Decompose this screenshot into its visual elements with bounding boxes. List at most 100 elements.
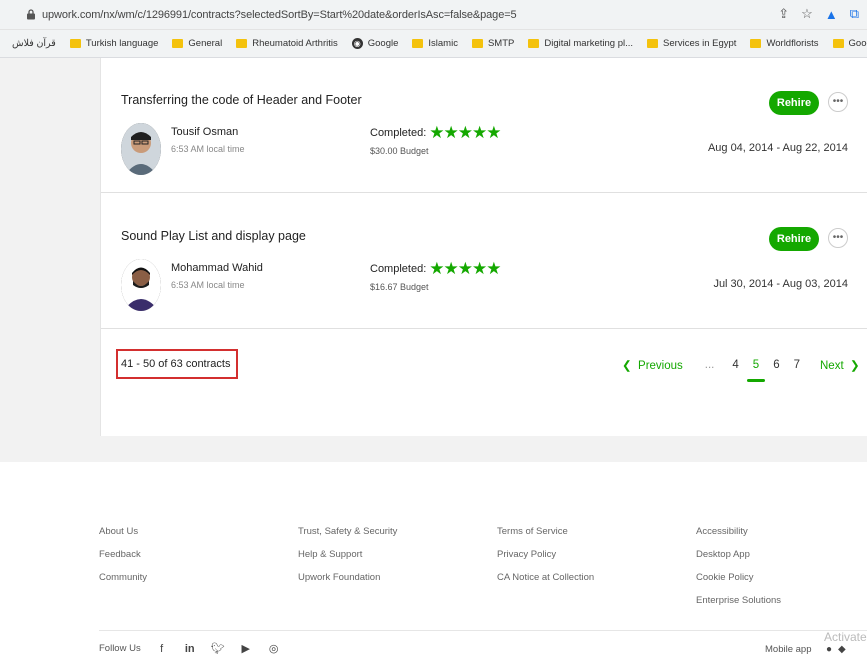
freelancer-name[interactable]: Mohammad Wahid <box>171 262 263 274</box>
folder-icon <box>69 39 81 48</box>
bookmark-item[interactable]: Islamic <box>412 38 458 49</box>
contract-title[interactable]: Transferring the code of Header and Foot… <box>121 93 362 107</box>
contract-budget: $16.67 Budget <box>370 282 429 292</box>
footer-link-help[interactable]: Help & Support <box>298 543 397 566</box>
folder-icon <box>528 39 540 48</box>
folder-icon <box>832 39 844 48</box>
bookmark-item[interactable]: قرآن فلاش <box>12 38 56 49</box>
apple-icon[interactable]: ● <box>826 644 832 655</box>
folder-icon <box>750 39 762 48</box>
extension-icon-2[interactable]: ⧉ <box>850 6 859 22</box>
footer-link-ca-notice[interactable]: CA Notice at Collection <box>497 566 594 589</box>
activate-windows-watermark: Activate <box>824 630 867 644</box>
bookmarks-bar: قرآن فلاش Turkish language General Rheumato… <box>0 30 867 58</box>
site-footer: About Us Feedback Community Trust, Safet… <box>0 462 867 667</box>
local-time: 6:53 AM local time <box>171 144 245 154</box>
contract-dates: Jul 30, 2014 - Aug 03, 2014 <box>713 278 848 290</box>
star-bookmark-icon[interactable]: ☆ <box>801 6 813 22</box>
url-text: upwork.com/nx/wm/c/1296991/contracts?sel… <box>42 8 517 21</box>
bookmark-item[interactable]: Good365 <box>832 38 867 49</box>
footer-link-community[interactable]: Community <box>99 566 147 589</box>
more-options-icon[interactable]: ••• <box>828 92 848 112</box>
bookmark-label: General <box>188 38 223 49</box>
footer-link-terms[interactable]: Terms of Service <box>497 520 594 543</box>
avatar[interactable] <box>121 123 161 175</box>
follow-us-label: Follow Us <box>99 643 141 654</box>
page-6-link[interactable]: 6 <box>773 359 779 371</box>
bookmark-label: Rheumatoid Arthritis <box>252 38 338 49</box>
footer-link-feedback[interactable]: Feedback <box>99 543 147 566</box>
twitter-icon[interactable]: 🐦︎ <box>211 642 225 655</box>
folder-icon <box>412 39 424 48</box>
mobile-app-label: Mobile app <box>765 644 812 655</box>
bookmark-item[interactable]: ◉ Google <box>351 38 399 49</box>
share-icon[interactable]: ⇪ <box>778 6 789 22</box>
contract-title[interactable]: Sound Play List and display page <box>121 229 306 243</box>
contract-dates: Aug 04, 2014 - Aug 22, 2014 <box>707 142 848 154</box>
android-icon[interactable]: ◆ <box>838 644 846 655</box>
page-4-link[interactable]: 4 <box>732 359 738 371</box>
page-7-link[interactable]: 7 <box>794 359 800 371</box>
facebook-icon[interactable]: f <box>155 643 169 655</box>
footer-link-accessibility[interactable]: Accessibility <box>696 520 781 543</box>
bookmark-label: SMTP <box>487 38 515 49</box>
follow-us: Follow Us f in 🐦︎ ▶ ◎ <box>99 642 281 656</box>
bookmark-label: Google <box>367 38 399 49</box>
rating-stars-icon: ★★★★★ <box>429 259 501 278</box>
youtube-icon[interactable]: ▶ <box>239 642 253 655</box>
footer-link-foundation[interactable]: Upwork Foundation <box>298 566 397 589</box>
footer-link-desktop-app[interactable]: Desktop App <box>696 543 781 566</box>
footer-link-cookie[interactable]: Cookie Policy <box>696 566 781 589</box>
folder-icon <box>236 39 248 48</box>
folder-icon <box>471 39 483 48</box>
bookmark-label: قرآن فلاش <box>12 38 56 49</box>
bookmark-item[interactable]: Worldflorists <box>750 38 819 49</box>
page-5-link[interactable]: 5 <box>746 359 767 382</box>
previous-label: Previous <box>638 360 683 372</box>
bookmark-label: Islamic <box>428 38 458 49</box>
next-page-link[interactable]: Next ❯ <box>820 358 860 372</box>
status-label: Completed: <box>370 262 427 275</box>
freelancer-name[interactable]: Tousif Osman <box>171 126 238 138</box>
status-label: Completed: <box>370 126 427 139</box>
footer-column-3: Terms of Service Privacy Policy CA Notic… <box>497 520 594 589</box>
pagination: ❮ Previous ... 4 5 6 7 Next ❯ <box>622 358 860 382</box>
footer-column-4: Accessibility Desktop App Cookie Policy … <box>696 520 781 612</box>
folder-icon <box>647 39 659 48</box>
linkedin-icon[interactable]: in <box>183 643 197 655</box>
contract-budget: $30.00 Budget <box>370 146 429 156</box>
bookmark-item[interactable]: General <box>172 38 222 49</box>
bookmark-item[interactable]: SMTP <box>471 38 515 49</box>
globe-icon: ◉ <box>351 38 363 49</box>
footer-link-trust[interactable]: Trust, Safety & Security <box>298 520 397 543</box>
footer-link-privacy[interactable]: Privacy Policy <box>497 543 594 566</box>
footer-link-enterprise[interactable]: Enterprise Solutions <box>696 589 781 612</box>
extension-icon[interactable]: ▲ <box>825 7 838 22</box>
contract-row: Sound Play List and display page Mohamma… <box>101 194 867 329</box>
chevron-left-icon: ❮ <box>622 360 632 372</box>
bookmark-label: Turkish language <box>85 38 159 49</box>
bookmark-item[interactable]: Turkish language <box>69 38 159 49</box>
bookmark-item[interactable]: Digital marketing pl... <box>528 38 633 49</box>
rehire-button[interactable]: Rehire <box>769 227 819 251</box>
previous-page-link[interactable]: ❮ Previous <box>622 358 683 372</box>
lock-icon <box>27 9 35 20</box>
footer-column-1: About Us Feedback Community <box>99 520 147 589</box>
rehire-button[interactable]: Rehire <box>769 91 819 115</box>
bookmark-item[interactable]: Services in Egypt <box>647 38 736 49</box>
local-time: 6:53 AM local time <box>171 280 245 290</box>
folder-icon <box>172 39 184 48</box>
contracts-count: 41 - 50 of 63 contracts <box>116 349 238 379</box>
instagram-icon[interactable]: ◎ <box>267 642 281 655</box>
rating-stars-icon: ★★★★★ <box>429 123 501 142</box>
bookmark-item[interactable]: Rheumatoid Arthritis <box>236 38 338 49</box>
more-options-icon[interactable]: ••• <box>828 228 848 248</box>
contract-row: Transferring the code of Header and Foot… <box>101 58 867 193</box>
footer-link-about[interactable]: About Us <box>99 520 147 543</box>
bookmark-label: Services in Egypt <box>663 38 737 49</box>
contract-status: Completed: ★★★★★ <box>370 259 501 278</box>
bookmark-label: Digital marketing pl... <box>544 38 634 49</box>
footer-divider <box>99 630 867 631</box>
avatar[interactable] <box>121 259 161 311</box>
address-bar[interactable]: upwork.com/nx/wm/c/1296991/contracts?sel… <box>0 0 867 30</box>
